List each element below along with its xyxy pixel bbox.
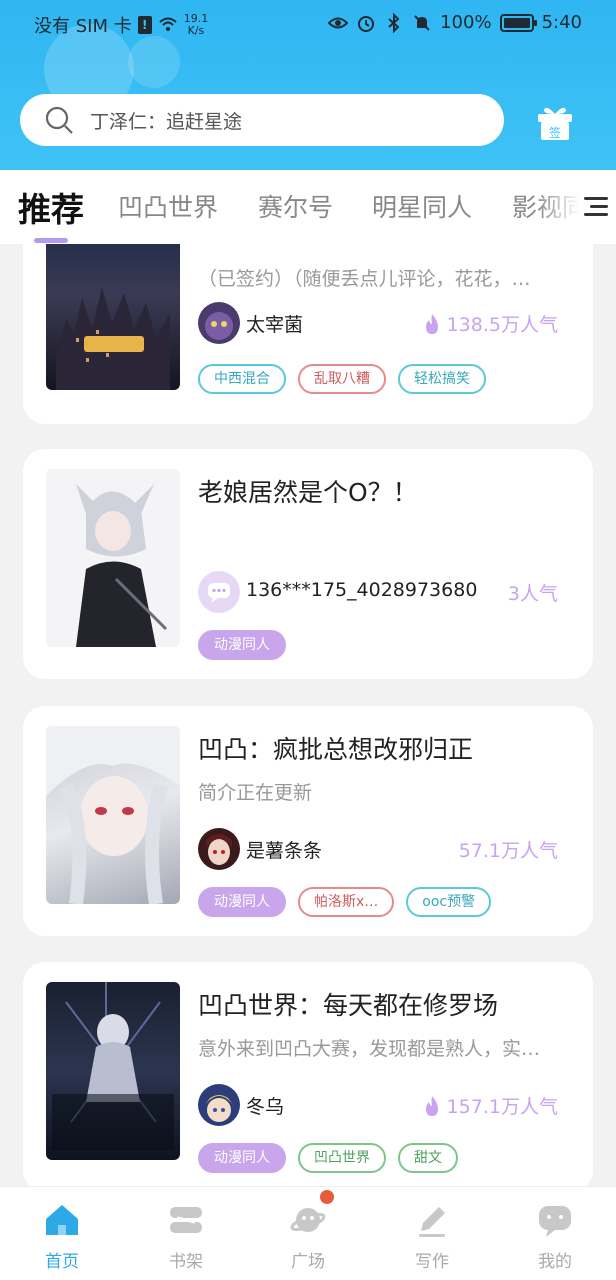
nav-write[interactable]: 写作 — [392, 1201, 472, 1272]
author-name[interactable]: 太宰菌 — [246, 310, 303, 337]
category-tabs: 推荐 凹凸世界 赛尔号 明星同人 影视同 — [0, 170, 616, 244]
book-card[interactable]: 凹凸世界：每天都在修罗场 意外来到凹凸大赛，发现都是熟人，实… 冬乌 157.1… — [23, 962, 593, 1186]
tag[interactable]: 中西混合 — [198, 364, 286, 394]
alarm-icon — [358, 15, 375, 32]
nav-bookshelf[interactable]: 书架 — [146, 1201, 226, 1272]
nav-label: 书架 — [169, 1252, 203, 1272]
bottom-nav: 首页 书架 广场 写作 我的 — [0, 1186, 616, 1280]
author-avatar — [198, 571, 240, 613]
book-feed: （已签约）（随便丢点儿评论，花花，… 太宰菌 138.5万人气 中西混合 乱取八… — [0, 244, 616, 1186]
author-row: 冬乌 157.1万人气 — [198, 1084, 568, 1126]
book-card[interactable]: （已签约）（随便丢点儿评论，花花，… 太宰菌 138.5万人气 中西混合 乱取八… — [23, 244, 593, 424]
notification-badge — [320, 1190, 334, 1204]
tab-aotu-world[interactable]: 凹凸世界 — [118, 188, 218, 224]
flame-icon — [425, 1095, 438, 1116]
popularity-count: 57.1万人气 — [458, 840, 558, 862]
popularity-count: 138.5万人气 — [446, 314, 558, 336]
author-name[interactable]: 冬乌 — [246, 1092, 284, 1119]
book-description: 简介正在更新 — [198, 782, 313, 804]
tab-seer[interactable]: 赛尔号 — [258, 188, 333, 224]
author-avatar — [198, 828, 240, 870]
popularity: 157.1万人气 — [423, 1092, 558, 1119]
nav-label: 广场 — [291, 1252, 325, 1272]
tag[interactable]: 轻松搞笑 — [398, 364, 486, 394]
book-description: 意外来到凹凸大赛，发现都是熟人，实… — [198, 1038, 541, 1060]
bookshelf-icon — [170, 1207, 202, 1233]
nav-square[interactable]: 广场 — [268, 1201, 348, 1272]
search-icon — [45, 106, 73, 134]
author-row: 136***175_4028973680 3人气 — [198, 571, 568, 613]
battery-percent: 100% — [440, 12, 492, 33]
author-avatar — [198, 302, 240, 344]
profile-chat-icon — [539, 1206, 571, 1237]
popularity-count: 157.1万人气 — [446, 1096, 558, 1118]
nav-label: 写作 — [415, 1252, 449, 1272]
book-cover — [46, 244, 180, 390]
popularity: 138.5万人气 — [423, 310, 558, 337]
active-tab-indicator — [34, 238, 68, 243]
nav-me[interactable]: 我的 — [515, 1201, 595, 1272]
author-avatar — [198, 1084, 240, 1126]
popularity-count: 3人气 — [507, 583, 558, 605]
eye-icon — [328, 17, 349, 28]
tag[interactable]: 动漫同人 — [198, 630, 286, 660]
author-name[interactable]: 是薯条条 — [246, 836, 322, 863]
tab-recommend[interactable]: 推荐 — [18, 183, 84, 231]
header: 没有 SIM 卡 ! 19.1 K/s 100% 5:40 丁泽仁：追赶星途 签 — [0, 0, 616, 170]
network-speed: 19.1 K/s — [184, 13, 209, 37]
book-card[interactable]: 老娘居然是个O？！ 136***175_4028973680 3人气 动漫同人 — [23, 449, 593, 679]
nav-label: 我的 — [538, 1252, 572, 1272]
tag-list: 动漫同人 — [198, 630, 286, 660]
search-placeholder: 丁泽仁：追赶星途 — [90, 110, 243, 133]
flame-icon — [425, 313, 438, 334]
sign-in-gift-button[interactable]: 签 — [536, 102, 574, 142]
author-name[interactable]: 136***175_4028973680 — [246, 579, 477, 601]
carrier-text: 没有 SIM 卡 — [34, 16, 132, 37]
book-title[interactable]: 凹凸：疯批总想改邪归正 — [198, 730, 473, 766]
sim-alert-icon: ! — [137, 16, 152, 34]
popularity: 57.1万人气 — [459, 836, 558, 863]
book-description: （已签约）（随便丢点儿评论，花花，… — [198, 268, 531, 290]
tag[interactable]: 甜文 — [398, 1143, 458, 1173]
book-cover — [46, 726, 180, 904]
author-row: 太宰菌 138.5万人气 — [198, 302, 568, 344]
nav-home[interactable]: 首页 — [22, 1201, 102, 1272]
book-title[interactable]: 凹凸世界：每天都在修罗场 — [198, 986, 498, 1022]
tag[interactable]: 凹凸世界 — [298, 1143, 386, 1173]
tag[interactable]: 动漫同人 — [198, 887, 286, 917]
gift-label: 签 — [549, 125, 561, 140]
tab-celebrity-fanfic[interactable]: 明星同人 — [372, 188, 472, 224]
book-card[interactable]: 凹凸：疯批总想改邪归正 简介正在更新 是薯条条 57.1万人气 动漫同人 帕洛斯… — [23, 706, 593, 936]
mute-bell-icon — [414, 14, 430, 31]
gift-sign-in-icon: 签 — [538, 107, 572, 140]
home-icon — [46, 1205, 78, 1235]
battery-icon — [499, 13, 537, 32]
clock: 5:40 — [541, 12, 582, 33]
tag-list: 中西混合 乱取八糟 轻松搞笑 — [198, 364, 486, 394]
book-title[interactable]: 老娘居然是个O？！ — [198, 473, 418, 509]
tag[interactable]: 动漫同人 — [198, 1143, 286, 1173]
book-cover — [46, 469, 180, 647]
search-bar[interactable]: 丁泽仁：追赶星途 — [20, 94, 504, 146]
planet-icon — [290, 1208, 326, 1232]
status-bar: 没有 SIM 卡 ! 19.1 K/s 100% 5:40 — [0, 0, 616, 48]
wifi-icon — [159, 17, 177, 31]
tag-list: 动漫同人 帕洛斯x… ooc预警 — [198, 887, 492, 917]
nav-label: 首页 — [45, 1252, 79, 1272]
tag[interactable]: 乱取八糟 — [298, 364, 386, 394]
pen-icon — [419, 1207, 445, 1237]
tag[interactable]: 帕洛斯x… — [298, 887, 395, 917]
popularity: 3人气 — [508, 579, 558, 606]
tag[interactable]: ooc预警 — [406, 887, 492, 917]
book-cover — [46, 982, 180, 1160]
tab-menu-icon[interactable] — [580, 192, 610, 222]
bluetooth-icon — [388, 12, 400, 33]
author-row: 是薯条条 57.1万人气 — [198, 828, 568, 870]
tag-list: 动漫同人 凹凸世界 甜文 — [198, 1143, 458, 1173]
speed-unit: K/s — [187, 24, 205, 37]
